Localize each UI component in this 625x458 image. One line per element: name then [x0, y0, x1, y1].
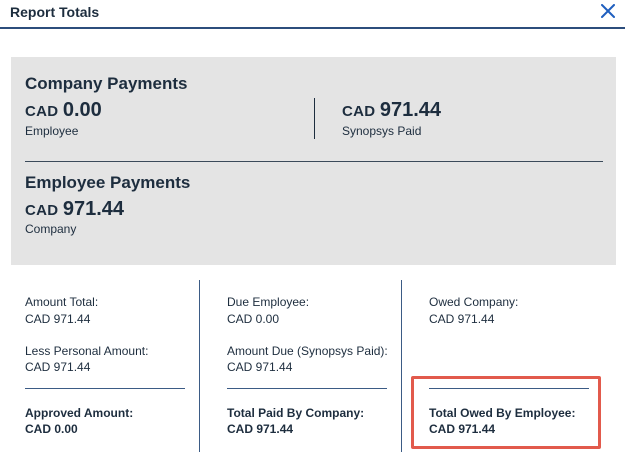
total-paid-by-company-label: Total Paid By Company: — [227, 406, 365, 420]
less-personal-label: Less Personal Amount: — [25, 344, 149, 358]
employee-payments-company-label: Company — [25, 222, 77, 236]
column-separator — [199, 280, 200, 452]
amount-value: 971.44 — [379, 99, 442, 121]
amount-due-value: CAD 971.44 — [227, 360, 293, 374]
panel-horizontal-divider — [25, 161, 603, 162]
close-icon[interactable] — [598, 1, 618, 21]
due-employee-label: Due Employee: — [227, 295, 310, 309]
total-paid-by-company-value: CAD 971.44 — [227, 422, 294, 436]
amount-due-label: Amount Due (Synopsys Paid): — [227, 344, 388, 358]
employee-payments-company-amount: CAD 971.44 — [25, 198, 124, 222]
column-divider — [25, 388, 185, 389]
dialog-header: Report Totals — [0, 0, 625, 29]
company-payments-employee-amount: CAD 0.00 — [25, 99, 102, 123]
less-personal-value: CAD 971.44 — [25, 360, 91, 374]
owed-company-value: CAD 971.44 — [429, 312, 495, 326]
amount-total-label: Amount Total: — [25, 295, 99, 309]
amount-value: 0.00 — [62, 99, 102, 121]
currency-code: CAD — [25, 103, 59, 120]
amount-value: 971.44 — [62, 198, 125, 220]
column-separator — [401, 280, 402, 452]
totals-column-2: Due Employee: CAD 0.00 Amount Due (Synop… — [227, 265, 397, 458]
totals-column-1: Amount Total: CAD 971.44 Less Personal A… — [25, 265, 195, 458]
highlight-box — [411, 376, 601, 449]
panel-vertical-divider — [314, 98, 315, 139]
column-divider — [227, 388, 387, 389]
company-payments-title: Company Payments — [25, 74, 188, 93]
approved-amount-value: CAD 0.00 — [25, 422, 78, 436]
currency-code: CAD — [25, 202, 59, 219]
employee-payments-title: Employee Payments — [25, 173, 191, 192]
dialog-title: Report Totals — [10, 4, 100, 20]
currency-code: CAD — [342, 103, 376, 120]
amount-total-value: CAD 971.44 — [25, 312, 91, 326]
summary-panel: Company Payments CAD 0.00 Employee CAD 9… — [11, 57, 616, 265]
due-employee-value: CAD 0.00 — [227, 312, 280, 326]
company-payments-employee-label: Employee — [25, 124, 79, 138]
approved-amount-label: Approved Amount: — [25, 406, 134, 420]
company-payments-synopsys-amount: CAD 971.44 — [342, 99, 441, 123]
company-payments-synopsys-label: Synopsys Paid — [342, 124, 422, 138]
owed-company-label: Owed Company: — [429, 295, 519, 309]
